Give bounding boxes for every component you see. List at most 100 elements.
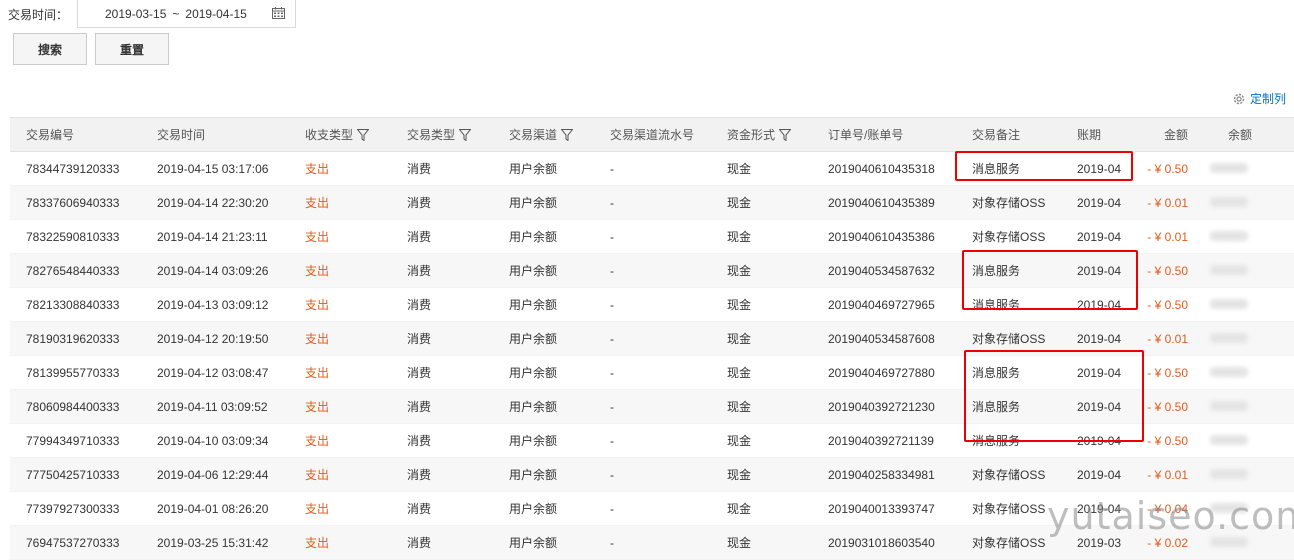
cell-income-expense: 支出 bbox=[289, 355, 391, 390]
cell-transaction-time: 2019-04-06 12:29:44 bbox=[141, 457, 289, 492]
cell-channel-serial: - bbox=[594, 457, 711, 492]
col-header-fund-form[interactable]: 资金形式 bbox=[711, 117, 812, 152]
cell-transaction-type: 消费 bbox=[391, 219, 493, 254]
cell-transaction-time: 2019-04-14 03:09:26 bbox=[141, 253, 289, 288]
date-end: 2019-04-15 bbox=[185, 6, 247, 21]
cell-period: 2019-04 bbox=[1061, 321, 1137, 356]
cell-amount: - ¥ 0.01 bbox=[1137, 185, 1188, 220]
cell-amount: - ¥ 0.50 bbox=[1137, 151, 1188, 186]
cell-transaction-id: 78213308840333 bbox=[10, 287, 141, 322]
cell-channel-serial: - bbox=[594, 321, 711, 356]
col-header-amount: 金额 bbox=[1137, 117, 1188, 152]
cell-channel: 用户余额 bbox=[493, 491, 594, 526]
gear-icon bbox=[1233, 93, 1245, 104]
col-header-income-expense[interactable]: 收支类型 bbox=[289, 117, 391, 152]
cell-transaction-time: 2019-04-14 21:23:11 bbox=[141, 219, 289, 254]
cell-transaction-id: 78276548440333 bbox=[10, 253, 141, 288]
col-header-label: 交易渠道 bbox=[509, 128, 558, 142]
cell-balance bbox=[1188, 287, 1294, 322]
cell-fund-form: 现金 bbox=[711, 389, 812, 424]
filter-icon[interactable] bbox=[357, 129, 370, 141]
cell-channel-serial: - bbox=[594, 491, 711, 526]
cell-transaction-time: 2019-04-13 03:09:12 bbox=[141, 287, 289, 322]
cell-order-id: 2019040610435389 bbox=[812, 185, 956, 220]
cell-channel: 用户余额 bbox=[493, 457, 594, 492]
table-row: 77994349710333 2019-04-10 03:09:34 支出 消费 用户余… bbox=[10, 423, 1294, 458]
cell-channel-serial: - bbox=[594, 253, 711, 288]
cell-order-id: 2019040469727965 bbox=[812, 287, 956, 322]
filter-icon[interactable] bbox=[561, 129, 574, 141]
filter-icon[interactable] bbox=[779, 129, 792, 141]
col-header-label: 交易类型 bbox=[407, 128, 456, 142]
cell-transaction-id: 78190319620333 bbox=[10, 321, 141, 356]
cell-remark: 对象存储OSS bbox=[956, 185, 1061, 220]
blurred-balance bbox=[1210, 536, 1248, 547]
calendar-icon[interactable] bbox=[272, 7, 285, 19]
cell-income-expense: 支出 bbox=[289, 389, 391, 424]
search-button[interactable]: 搜索 bbox=[13, 33, 87, 65]
table-row: 78213308840333 2019-04-13 03:09:12 支出 消费 用户余… bbox=[10, 287, 1294, 322]
cell-remark: 消息服务 bbox=[956, 253, 1061, 288]
cell-order-id: 2019040392721230 bbox=[812, 389, 956, 424]
cell-order-id: 2019040610435386 bbox=[812, 219, 956, 254]
cell-channel: 用户余额 bbox=[493, 355, 594, 390]
blurred-balance bbox=[1210, 264, 1248, 275]
cell-transaction-type: 消费 bbox=[391, 491, 493, 526]
cell-channel: 用户余额 bbox=[493, 151, 594, 186]
cell-amount: - ¥ 0.50 bbox=[1137, 423, 1188, 458]
cell-fund-form: 现金 bbox=[711, 287, 812, 322]
blurred-balance bbox=[1210, 196, 1248, 207]
cell-transaction-id: 77994349710333 bbox=[10, 423, 141, 458]
cell-income-expense: 支出 bbox=[289, 457, 391, 492]
cell-amount: - ¥ 0.50 bbox=[1137, 389, 1188, 424]
cell-transaction-time: 2019-04-14 22:30:20 bbox=[141, 185, 289, 220]
cell-transaction-type: 消费 bbox=[391, 355, 493, 390]
cell-transaction-time: 2019-04-12 03:08:47 bbox=[141, 355, 289, 390]
blurred-balance bbox=[1210, 400, 1248, 411]
customize-columns-label: 定制列 bbox=[1249, 92, 1286, 106]
cell-transaction-type: 消费 bbox=[391, 389, 493, 424]
date-start: 2019-03-15 bbox=[105, 6, 167, 21]
reset-button[interactable]: 重置 bbox=[95, 33, 169, 65]
cell-channel: 用户余额 bbox=[493, 287, 594, 322]
cell-channel-serial: - bbox=[594, 389, 711, 424]
table-row: 78190319620333 2019-04-12 20:19:50 支出 消费 用户余… bbox=[10, 321, 1294, 356]
date-range-picker[interactable]: 2019-03-15 ~ 2019-04-15 bbox=[77, 0, 296, 28]
blurred-balance bbox=[1210, 332, 1248, 343]
cell-income-expense: 支出 bbox=[289, 491, 391, 526]
filter-icon[interactable] bbox=[459, 129, 472, 141]
cell-remark: 消息服务 bbox=[956, 389, 1061, 424]
cell-transaction-type: 消费 bbox=[391, 457, 493, 492]
cell-transaction-type: 消费 bbox=[391, 423, 493, 458]
cell-transaction-type: 消费 bbox=[391, 321, 493, 356]
cell-income-expense: 支出 bbox=[289, 219, 391, 254]
cell-period: 2019-04 bbox=[1061, 185, 1137, 220]
cell-remark: 对象存储OSS bbox=[956, 491, 1061, 526]
col-header-transaction-type[interactable]: 交易类型 bbox=[391, 117, 493, 152]
cell-period: 2019-04 bbox=[1061, 287, 1137, 322]
cell-amount: - ¥ 0.50 bbox=[1137, 253, 1188, 288]
cell-transaction-id: 77750425710333 bbox=[10, 457, 141, 492]
cell-balance bbox=[1188, 389, 1294, 424]
cell-channel: 用户余额 bbox=[493, 253, 594, 288]
cell-transaction-time: 2019-04-01 08:26:20 bbox=[141, 491, 289, 526]
cell-fund-form: 现金 bbox=[711, 491, 812, 526]
cell-order-id: 2019040013393747 bbox=[812, 491, 956, 526]
cell-amount: - ¥ 0.01 bbox=[1137, 321, 1188, 356]
cell-order-id: 2019040610435318 bbox=[812, 151, 956, 186]
table-header: 交易编号 交易时间 收支类型 交易类型 交易渠道 交易渠道流水号 资金形式 订单… bbox=[10, 117, 1294, 152]
cell-transaction-type: 消费 bbox=[391, 185, 493, 220]
cell-balance bbox=[1188, 253, 1294, 288]
cell-channel: 用户余额 bbox=[493, 321, 594, 356]
cell-fund-form: 现金 bbox=[711, 355, 812, 390]
col-header-label: 资金形式 bbox=[727, 128, 776, 142]
col-header-channel[interactable]: 交易渠道 bbox=[493, 117, 594, 152]
cell-fund-form: 现金 bbox=[711, 321, 812, 356]
col-header-channel-serial: 交易渠道流水号 bbox=[594, 117, 711, 152]
cell-amount: - ¥ 0.50 bbox=[1137, 355, 1188, 390]
cell-amount: - ¥ 0.01 bbox=[1137, 219, 1188, 254]
date-separator: ~ bbox=[172, 6, 180, 21]
cell-fund-form: 现金 bbox=[711, 185, 812, 220]
customize-columns-button[interactable]: 定制列 bbox=[1232, 90, 1286, 107]
table-row: 78344739120333 2019-04-15 03:17:06 支出 消费 用户余… bbox=[10, 151, 1294, 186]
